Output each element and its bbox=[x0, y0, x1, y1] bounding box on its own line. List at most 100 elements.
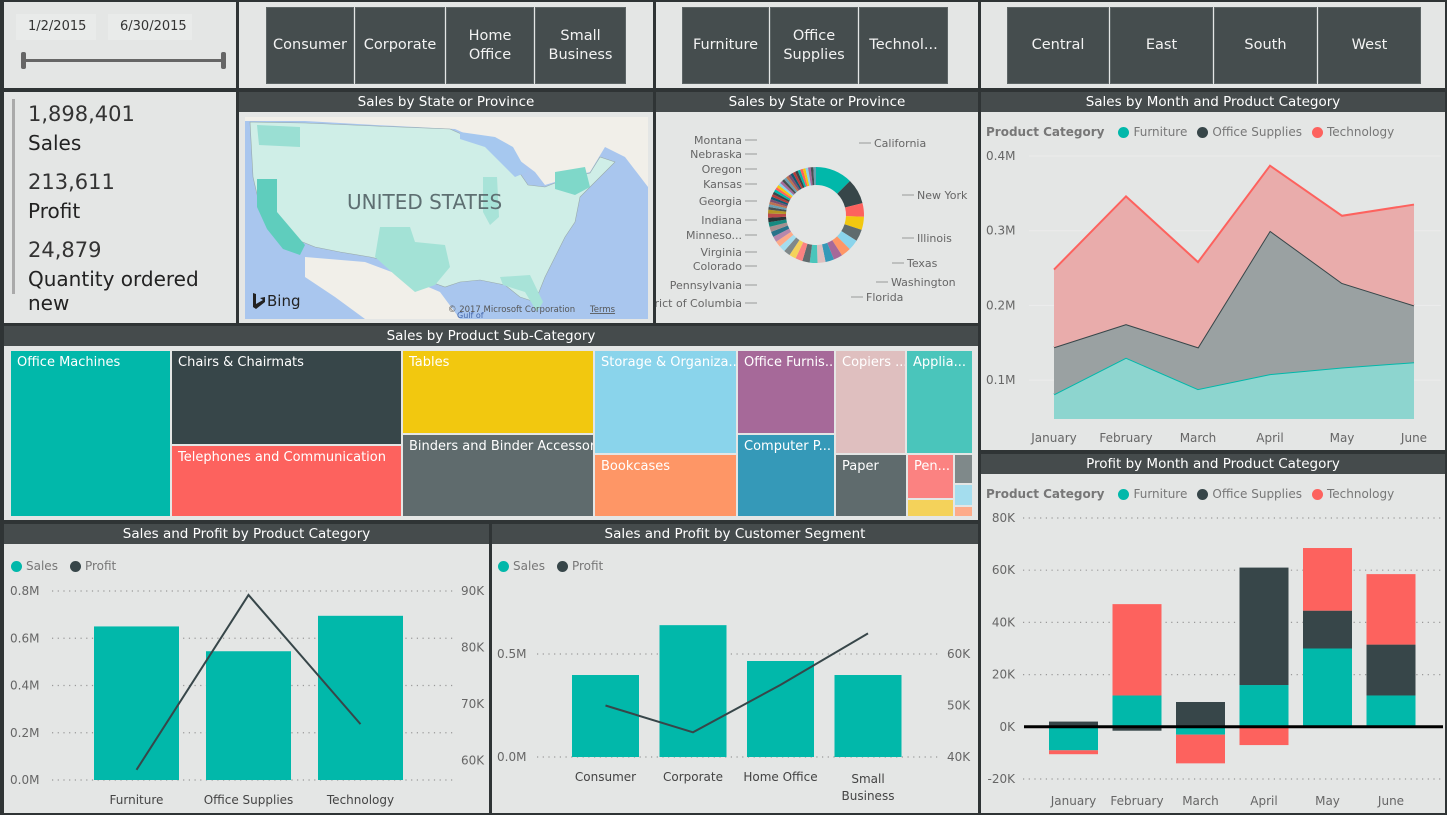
region-west-button[interactable]: West bbox=[1318, 7, 1421, 84]
y-right-tick-label: 60K bbox=[461, 753, 485, 767]
bar-segment-technology[interactable] bbox=[1176, 734, 1225, 764]
sales-bar[interactable] bbox=[94, 626, 179, 780]
sales-bar[interactable] bbox=[834, 675, 902, 757]
treemap-cell[interactable]: Office Furnis... bbox=[737, 350, 835, 434]
bar-segment-furniture[interactable] bbox=[1239, 685, 1289, 727]
date-range-track[interactable] bbox=[24, 59, 222, 62]
donut-label-right: Washington bbox=[891, 276, 956, 289]
treemap-cell[interactable] bbox=[954, 454, 973, 484]
map-canvas[interactable]: UNITED STATES Bing © 2017 Microsoft Corp… bbox=[245, 117, 648, 319]
x-tick-label: June bbox=[1400, 431, 1427, 445]
treemap-cell-label: Binders and Binder Accessor... bbox=[409, 439, 594, 454]
donut-label-left: Colorado bbox=[693, 260, 742, 273]
segment-corporate-button[interactable]: Corporate bbox=[355, 7, 445, 84]
treemap-cell[interactable] bbox=[954, 484, 973, 506]
region-central-button[interactable]: Central bbox=[1007, 7, 1109, 84]
treemap-cell[interactable]: Storage & Organiza... bbox=[594, 350, 737, 454]
date-start-handle[interactable] bbox=[21, 52, 26, 69]
treemap-cell[interactable]: Paper bbox=[835, 454, 907, 517]
treemap-cell[interactable]: Bookcases bbox=[594, 454, 737, 517]
region-south-button[interactable]: South bbox=[1214, 7, 1317, 84]
end-date[interactable]: 6/30/2015 bbox=[108, 14, 192, 40]
sales-area-chart[interactable]: 0.1M 0.2M 0.3M 0.4M January February March Apri… bbox=[981, 92, 1445, 450]
treemap-cell[interactable]: Pen... bbox=[907, 454, 954, 499]
y-left-tick-label: 0.8M bbox=[10, 584, 39, 598]
sales-bar[interactable] bbox=[572, 675, 639, 757]
y-tick-label: 0.4M bbox=[986, 149, 1015, 163]
category-combo-visual: Sales and Profit by Product Category Sal… bbox=[4, 524, 489, 813]
treemap-cell[interactable]: Telephones and Communication bbox=[171, 445, 402, 517]
kpi-accent-bar bbox=[12, 99, 15, 294]
treemap-cell[interactable]: Binders and Binder Accessor... bbox=[402, 434, 594, 517]
x-tick-label: February bbox=[1110, 794, 1163, 808]
bar-segment-technology[interactable] bbox=[1366, 574, 1416, 645]
bar-segment-technology[interactable] bbox=[1239, 726, 1289, 746]
donut-label-left: Nebraska bbox=[690, 148, 742, 161]
kpi-profit-label: Profit bbox=[28, 199, 81, 223]
donut-label-left: Georgia bbox=[699, 195, 742, 208]
x-tick-label: Corporate bbox=[663, 770, 723, 784]
treemap-cell[interactable] bbox=[907, 499, 954, 517]
donut-label-right: Texas bbox=[906, 257, 938, 270]
x-tick-label: Home Office bbox=[743, 770, 817, 784]
treemap-cell[interactable]: Computer P... bbox=[737, 434, 835, 517]
bar-segment-furniture[interactable] bbox=[1303, 648, 1352, 727]
treemap-cell[interactable]: Copiers ... bbox=[835, 350, 906, 454]
date-end-handle[interactable] bbox=[221, 52, 226, 69]
donut-chart[interactable]: MontanaNebraska Oregon Kansas Georgia Indian… bbox=[656, 92, 978, 323]
donut-label-right: Illinois bbox=[917, 232, 952, 245]
treemap-cell[interactable]: Office Machines bbox=[10, 350, 171, 517]
y-right-tick-label: 60K bbox=[947, 647, 971, 661]
bar-segment-office-supplies[interactable] bbox=[1239, 567, 1289, 686]
sales-bar[interactable] bbox=[318, 615, 403, 780]
sales-bar[interactable] bbox=[206, 651, 291, 780]
category-combo-chart[interactable]: 0.0M 0.2M 0.4M 0.6M 0.8M 60K 70K 80K 90K Furnitur… bbox=[4, 524, 489, 813]
treemap-cell[interactable]: Tables bbox=[402, 350, 594, 434]
kpi-card: 1,898,401 Sales 213,611 Profit 24,879 Qu… bbox=[4, 92, 236, 323]
profit-bar-chart[interactable]: -20K 0K 20K 40K 60K 80K January February March Ap… bbox=[981, 454, 1445, 813]
treemap-cell-label: Paper bbox=[842, 459, 879, 474]
segment-consumer-button[interactable]: Consumer bbox=[266, 7, 354, 84]
y-right-tick-label: 70K bbox=[461, 697, 485, 711]
profit-bar-visual: Profit by Month and Product Category Pro… bbox=[981, 454, 1445, 813]
y-left-tick-label: 0.6M bbox=[10, 631, 39, 645]
bar-segment-furniture[interactable] bbox=[1366, 695, 1416, 727]
x-tick-label: Small bbox=[851, 772, 884, 786]
bar-segment-office-supplies[interactable] bbox=[1303, 610, 1352, 649]
bar-segment-office-supplies[interactable] bbox=[1366, 644, 1416, 696]
segment-combo-chart[interactable]: 0.0M 0.5M 40K 50K 60K Consumer Corporate Home O… bbox=[492, 524, 978, 813]
treemap-cell[interactable]: Applia... bbox=[906, 350, 973, 454]
y-left-tick-label: 0.0M bbox=[10, 773, 39, 787]
profit-line[interactable] bbox=[605, 632, 869, 734]
category-technology-button[interactable]: Technol... bbox=[859, 7, 948, 84]
y-tick-label: 80K bbox=[992, 511, 1016, 525]
y-left-tick-label: 0.4M bbox=[10, 679, 39, 693]
y-right-tick-label: 90K bbox=[461, 584, 485, 598]
treemap-cell-label: Office Furnis... bbox=[744, 355, 835, 370]
bar-segment-office-supplies[interactable] bbox=[1176, 702, 1225, 727]
bar-segment-technology[interactable] bbox=[1303, 548, 1352, 611]
x-tick-label: March bbox=[1182, 794, 1219, 808]
segment-home-office-button[interactable]: Home Office bbox=[446, 7, 534, 84]
map-terms-link[interactable]: Terms bbox=[589, 305, 616, 315]
start-date[interactable]: 1/2/2015 bbox=[16, 14, 96, 40]
sales-bar[interactable] bbox=[659, 625, 727, 757]
bar-segment-technology[interactable] bbox=[1049, 750, 1098, 755]
bar-segment-furniture[interactable] bbox=[1049, 726, 1098, 751]
category-office-supplies-button[interactable]: Office Supplies bbox=[770, 7, 858, 84]
region-east-button[interactable]: East bbox=[1110, 7, 1213, 84]
bar-segment-furniture[interactable] bbox=[1112, 695, 1162, 727]
treemap-cell[interactable]: Chairs & Chairmats bbox=[171, 350, 402, 445]
category-office-supplies-label: Office Supplies bbox=[783, 27, 845, 63]
donut-label-left: Kansas bbox=[703, 178, 742, 191]
category-furniture-button[interactable]: Furniture bbox=[682, 7, 769, 84]
donut-label-right: California bbox=[874, 137, 926, 150]
bar-segment-technology[interactable] bbox=[1112, 604, 1162, 696]
treemap-cell-label: Telephones and Communication bbox=[178, 450, 386, 465]
treemap-cell[interactable] bbox=[954, 506, 973, 517]
y-left-tick-label: 0.2M bbox=[10, 726, 39, 740]
x-tick-label: April bbox=[1250, 794, 1277, 808]
segment-small-business-button[interactable]: Small Business bbox=[535, 7, 626, 84]
sales-bar[interactable] bbox=[747, 661, 814, 757]
y-left-tick-label: 0.5M bbox=[497, 647, 526, 661]
